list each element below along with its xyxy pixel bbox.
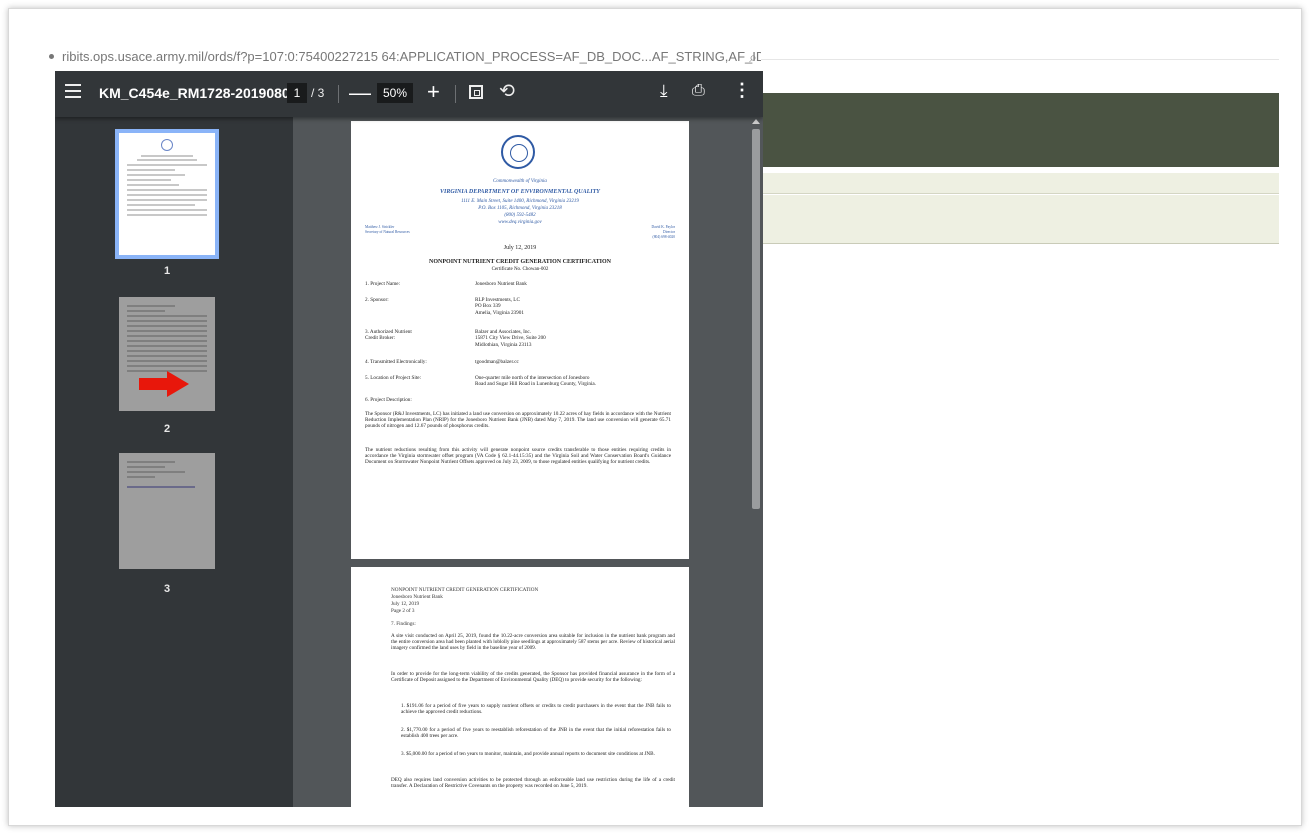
background-header-band bbox=[761, 93, 1279, 167]
pdf-viewer: KM_C454e_RM1728-2019080... 1 / 3 — 50% +… bbox=[55, 71, 763, 807]
download-icon[interactable]: ⤓ bbox=[660, 81, 668, 101]
page-total: / 3 bbox=[311, 86, 325, 100]
director-title: Director bbox=[663, 230, 675, 234]
search-icon[interactable]: ⌕ bbox=[749, 49, 757, 66]
nutrient-reductions-paragraph: The nutrient reductions resulting from t… bbox=[365, 447, 671, 466]
findings-heading: 7. Findings: bbox=[391, 621, 416, 627]
more-vert-icon[interactable]: ⋮ bbox=[733, 80, 751, 101]
pdf-page-1: Commonwealth of Virginia VIRGINIA DEPART… bbox=[351, 121, 689, 559]
pdf-page-2: NONPOINT NUTRIENT CREDIT GENERATION CERT… bbox=[351, 567, 689, 807]
director-name: David K. Paylor bbox=[651, 225, 675, 229]
document-title: KM_C454e_RM1728-2019080... bbox=[99, 85, 302, 101]
findings-item-3: 3. $5,000.00 for a period of ten years t… bbox=[401, 751, 655, 757]
thumbnail-page-1[interactable] bbox=[115, 129, 219, 259]
director-phone: (804) 698-4020 bbox=[652, 235, 675, 239]
url-text: ribits.ops.usace.army.mil/ords/f?p=107:0… bbox=[62, 49, 761, 64]
page2-header-page: Page 2 of 3 bbox=[391, 608, 415, 614]
dept-address-2: P.O. Box 1105, Richmond, Virginia 23218 bbox=[478, 206, 562, 211]
findings-item-1: 1. $191.06 for a period of five years to… bbox=[401, 703, 671, 716]
department-name: VIRGINIA DEPARTMENT OF ENVIRONMENTAL QUA… bbox=[440, 189, 600, 195]
address-bar[interactable]: ribits.ops.usace.army.mil/ords/f?p=107:0… bbox=[49, 49, 761, 71]
screenshot-frame: ribits.ops.usace.army.mil/ords/f?p=107:0… bbox=[8, 8, 1302, 826]
page-number-input[interactable]: 1 bbox=[287, 83, 307, 103]
findings-paragraph-1: A site visit conducted on April 25, 2019… bbox=[391, 633, 675, 652]
rotate-icon[interactable]: ⟲ bbox=[499, 80, 515, 103]
toolbar-divider bbox=[455, 85, 456, 103]
red-arrow-annotation bbox=[139, 371, 191, 397]
fit-page-icon[interactable] bbox=[469, 85, 483, 99]
url-bullet bbox=[49, 54, 54, 59]
commonwealth-line: Commonwealth of Virginia bbox=[493, 179, 547, 184]
page2-header-bank: Jonesboro Nutrient Bank bbox=[391, 594, 443, 600]
dept-website: www.deq.virginia.gov bbox=[498, 220, 542, 225]
virginia-seal-icon bbox=[501, 135, 535, 169]
findings-item-2: 2. $1,770.00 for a period of five years … bbox=[401, 727, 671, 740]
thumbnail-page-3[interactable] bbox=[119, 453, 215, 569]
hamburger-icon[interactable] bbox=[65, 84, 81, 102]
print-icon[interactable]: ⎙ bbox=[692, 82, 705, 100]
background-divider bbox=[761, 59, 1279, 60]
toolbar-divider bbox=[338, 85, 339, 103]
document-scrollbar[interactable] bbox=[749, 117, 763, 807]
document-area[interactable]: Commonwealth of Virginia VIRGINIA DEPART… bbox=[293, 117, 763, 807]
findings-paragraph-2: In order to provide for the long-term vi… bbox=[391, 671, 675, 684]
letter-date: July 12, 2019 bbox=[503, 245, 537, 251]
secretary-title: Secretary of Natural Resources bbox=[365, 230, 410, 234]
page2-header-date: July 12, 2019 bbox=[391, 601, 420, 607]
zoom-out-button[interactable]: — bbox=[349, 81, 371, 105]
zoom-in-button[interactable]: + bbox=[427, 79, 440, 105]
scrollbar-thumb[interactable] bbox=[752, 129, 760, 509]
zoom-level-input[interactable]: 50% bbox=[377, 83, 413, 103]
dept-phone: (800) 592-5482 bbox=[504, 213, 536, 218]
certificate-number: Certificate No. Chowan-002 bbox=[491, 267, 549, 272]
page2-header-title: NONPOINT NUTRIENT CREDIT GENERATION CERT… bbox=[391, 587, 539, 593]
findings-paragraph-3: DEQ also requires land conversion activi… bbox=[391, 777, 675, 790]
pdf-toolbar: KM_C454e_RM1728-2019080... 1 / 3 — 50% +… bbox=[55, 71, 763, 117]
secretary-name: Matthew J. Strickler bbox=[365, 225, 395, 229]
thumbnail-label-2: 2 bbox=[163, 423, 171, 435]
thumbnail-sidebar: 1 2 3 bbox=[55, 117, 293, 807]
thumbnail-label-3: 3 bbox=[163, 583, 171, 595]
thumbnail-label-1: 1 bbox=[163, 265, 171, 277]
background-tan-band bbox=[761, 173, 1279, 194]
scroll-up-arrow-icon[interactable] bbox=[752, 119, 760, 124]
certificate-heading: NONPOINT NUTRIENT CREDIT GENERATION CERT… bbox=[429, 259, 611, 265]
background-tan-panel bbox=[761, 195, 1279, 244]
dept-address-1: 1111 E. Main Street, Suite 1400, Richmon… bbox=[461, 199, 579, 204]
project-description-paragraph: The Sponsor (R&J Investments, LC) has in… bbox=[365, 411, 671, 430]
